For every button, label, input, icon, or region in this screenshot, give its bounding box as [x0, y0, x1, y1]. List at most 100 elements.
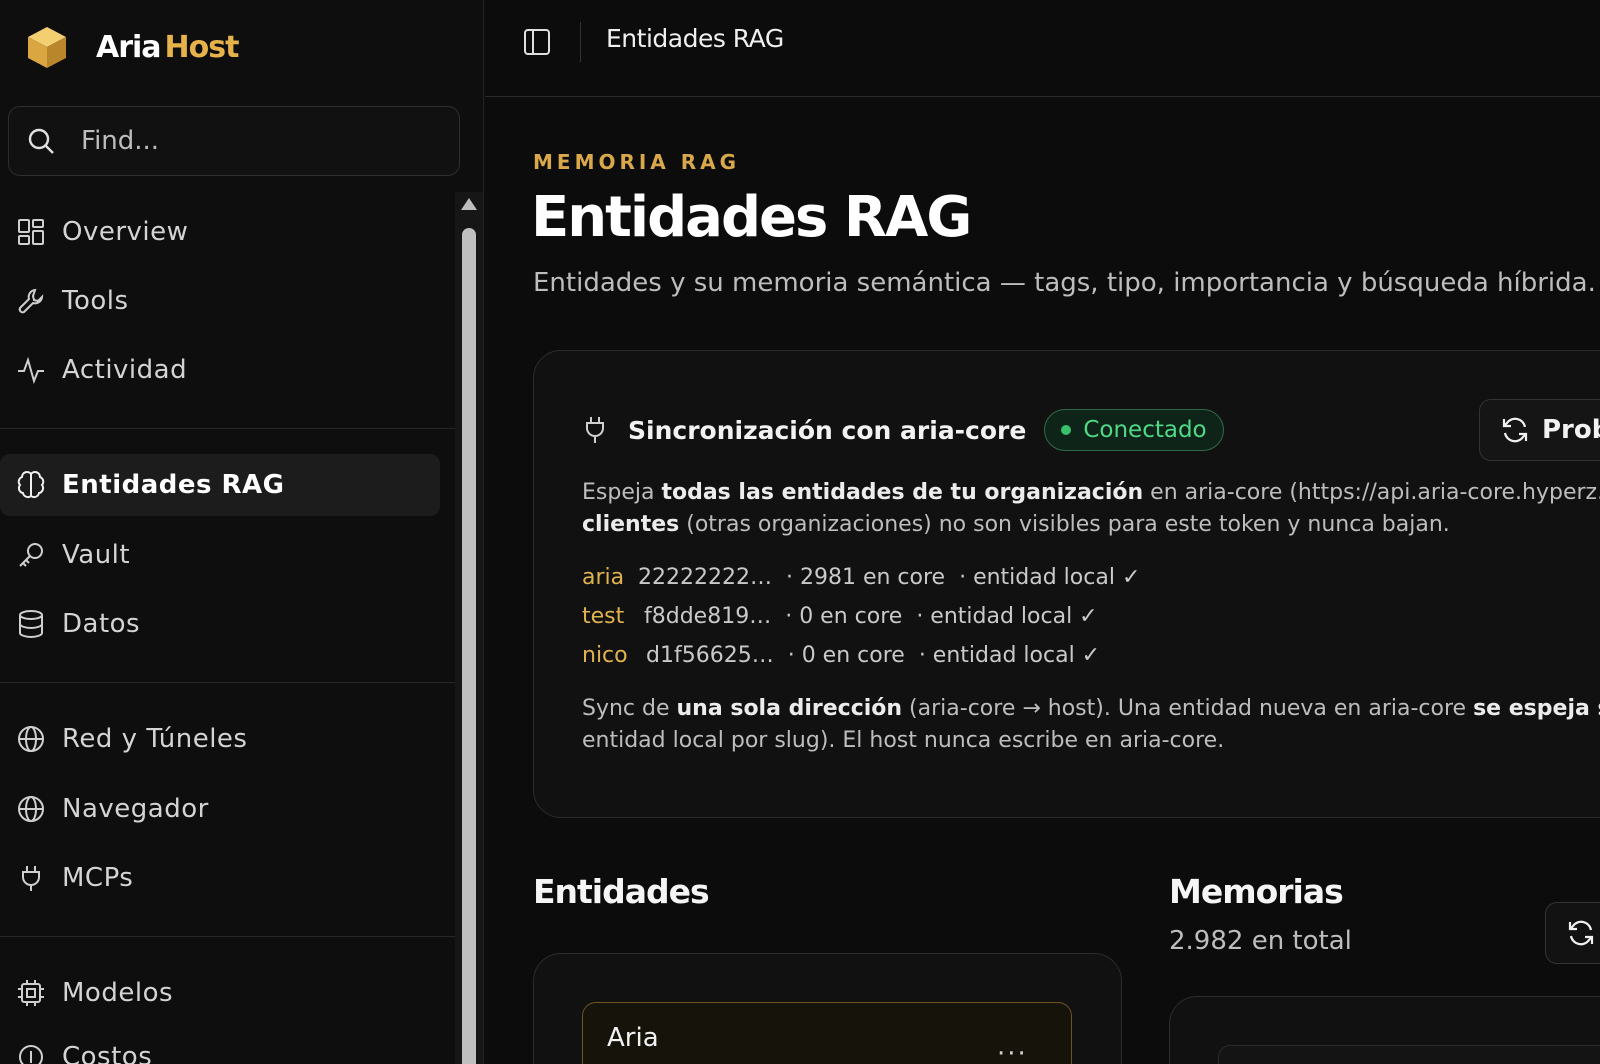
- topbar-divider: [580, 22, 581, 62]
- entity-id: d1f56625…: [646, 643, 774, 668]
- text: en aria-core (https://api.aria-core.hype…: [1143, 480, 1600, 505]
- scrollbar-thumb[interactable]: [462, 228, 476, 1064]
- wrench-icon: [18, 288, 44, 314]
- key-icon: [19, 543, 43, 567]
- plug-icon: [22, 866, 40, 891]
- page-eyebrow: MEMORIA RAG: [533, 150, 741, 174]
- memories-section-title: Memorias: [1169, 872, 1344, 911]
- sidebar-scrollbar[interactable]: [455, 192, 483, 1064]
- sidebar-item-label: Modelos: [62, 978, 174, 1008]
- database-icon: [19, 610, 43, 639]
- sidebar-item-label: Vault: [62, 540, 131, 570]
- brand-name-aria: Aria: [96, 29, 162, 65]
- entity-id: 22222222…: [638, 565, 772, 590]
- globe-icon: [18, 726, 44, 752]
- scroll-up-arrow-icon[interactable]: [461, 198, 477, 210]
- activity-icon: [18, 356, 44, 385]
- entities-section-title: Entidades: [533, 872, 710, 911]
- probe-button[interactable]: Prob: [1479, 399, 1600, 461]
- sync-description: Espeja todas las entidades de tu organiz…: [582, 477, 1600, 541]
- text-bold: se espeja s: [1473, 696, 1600, 721]
- sidebar-item-costos[interactable]: Costos: [0, 1026, 440, 1064]
- text: (aria-core → host). Una entidad nueva en…: [902, 696, 1474, 721]
- cube-logo-icon: [28, 27, 66, 68]
- sidebar-item-red-tuneles[interactable]: Red y Túneles: [0, 708, 440, 770]
- sidebar-toggle-icon[interactable]: [522, 27, 552, 57]
- brain-icon: [17, 471, 45, 499]
- more-options-icon[interactable]: ···: [997, 1039, 1028, 1064]
- coins-icon: [19, 1045, 43, 1064]
- sidebar-item-label: Datos: [62, 609, 141, 639]
- sidebar-divider: [0, 682, 455, 683]
- cpu-icon: [18, 980, 44, 1006]
- entity-id: f8dde819…: [644, 604, 772, 629]
- globe-icon: [18, 796, 44, 822]
- sidebar-divider: [0, 936, 455, 937]
- search-placeholder: Find...: [81, 126, 160, 156]
- text: (otras organizaciones) no son visibles p…: [679, 512, 1450, 537]
- sidebar-item-modelos[interactable]: Modelos: [0, 962, 440, 1024]
- brand[interactable]: Aria Host: [24, 24, 240, 70]
- entity-local-status: · entidad local ✓: [916, 604, 1098, 629]
- entity-local-status: · entidad local ✓: [959, 565, 1141, 590]
- refresh-memories-button[interactable]: [1545, 902, 1600, 964]
- sidebar-item-label: Costos: [62, 1042, 153, 1064]
- refresh-icon: [1502, 417, 1528, 443]
- sidebar-item-mcps[interactable]: MCPs: [0, 847, 440, 909]
- sidebar-item-datos[interactable]: Datos: [0, 593, 440, 655]
- sync-footnote: Sync de una sola dirección (aria-core → …: [582, 693, 1600, 757]
- sidebar-item-label: Navegador: [62, 794, 209, 824]
- entity-sync-row: test f8dde819… · 0 en core · entidad loc…: [582, 604, 1098, 629]
- text-bold: clientes: [582, 512, 680, 537]
- text-bold: todas las entidades de tu organización: [661, 480, 1144, 505]
- sidebar-item-navegador[interactable]: Navegador: [0, 778, 440, 840]
- page-title: Entidades RAG: [531, 185, 972, 250]
- sync-title: Sincronización con aria-core: [628, 415, 1027, 445]
- text-bold: una sola dirección: [676, 696, 903, 721]
- sidebar-item-actividad[interactable]: Actividad: [0, 339, 440, 401]
- entity-card-name: Aria: [607, 1023, 659, 1053]
- sidebar: Aria Host Find... Overview Tools Activida…: [0, 0, 484, 1064]
- entity-core-count: · 2981 en core: [785, 565, 946, 590]
- search-icon: [28, 128, 54, 154]
- status-dot: [1061, 425, 1072, 435]
- layout-dashboard-icon: [18, 219, 44, 245]
- sidebar-item-tools[interactable]: Tools: [0, 270, 440, 332]
- status-badge-label: Conectado: [1083, 417, 1207, 443]
- brand-name: Aria Host: [96, 29, 240, 65]
- memories-panel: [1169, 996, 1600, 1064]
- brand-name-host: Host: [164, 29, 240, 65]
- memories-total: 2.982 en total: [1169, 926, 1352, 956]
- probe-button-label: Prob: [1542, 415, 1600, 445]
- sync-card: Sincronización con aria-core Conectado P…: [533, 350, 1600, 818]
- text: entidad local por slug). El host nunca e…: [582, 728, 1225, 753]
- sync-header: Sincronización con aria-core Conectado: [582, 409, 1224, 451]
- sidebar-item-label: Tools: [62, 286, 129, 316]
- entity-core-count: · 0 en core: [785, 604, 903, 629]
- memory-search-input[interactable]: [1218, 1045, 1600, 1064]
- entity-sync-row: nico d1f56625… · 0 en core · entidad loc…: [582, 643, 1100, 668]
- sidebar-item-vault[interactable]: Vault: [0, 524, 440, 586]
- sidebar-item-overview[interactable]: Overview: [0, 201, 440, 263]
- breadcrumb: Entidades RAG: [606, 24, 784, 53]
- sidebar-item-label: Overview: [62, 217, 189, 247]
- entities-panel: Aria ···: [533, 953, 1122, 1064]
- page-subtitle: Entidades y su memoria semántica — tags,…: [533, 268, 1596, 298]
- refresh-icon: [1568, 920, 1594, 946]
- text: Espeja: [582, 480, 662, 505]
- status-badge: Conectado: [1044, 409, 1224, 451]
- sidebar-item-label: Actividad: [62, 355, 188, 385]
- sidebar-item-label: MCPs: [62, 863, 134, 893]
- text: Sync de: [582, 696, 677, 721]
- entity-local-status: · entidad local ✓: [918, 643, 1101, 668]
- sidebar-item-entidades-rag[interactable]: Entidades RAG: [0, 454, 440, 516]
- entity-core-count: · 0 en core: [787, 643, 905, 668]
- entity-slug: aria: [582, 565, 625, 590]
- plug-icon: [586, 417, 604, 443]
- entity-card[interactable]: Aria ···: [582, 1002, 1072, 1064]
- entity-sync-row: aria 22222222… · 2981 en core · entidad …: [582, 565, 1140, 590]
- search-input[interactable]: Find...: [8, 106, 460, 176]
- sidebar-item-label: Entidades RAG: [62, 470, 285, 500]
- sidebar-divider: [0, 428, 455, 429]
- entity-slug: nico: [582, 643, 628, 668]
